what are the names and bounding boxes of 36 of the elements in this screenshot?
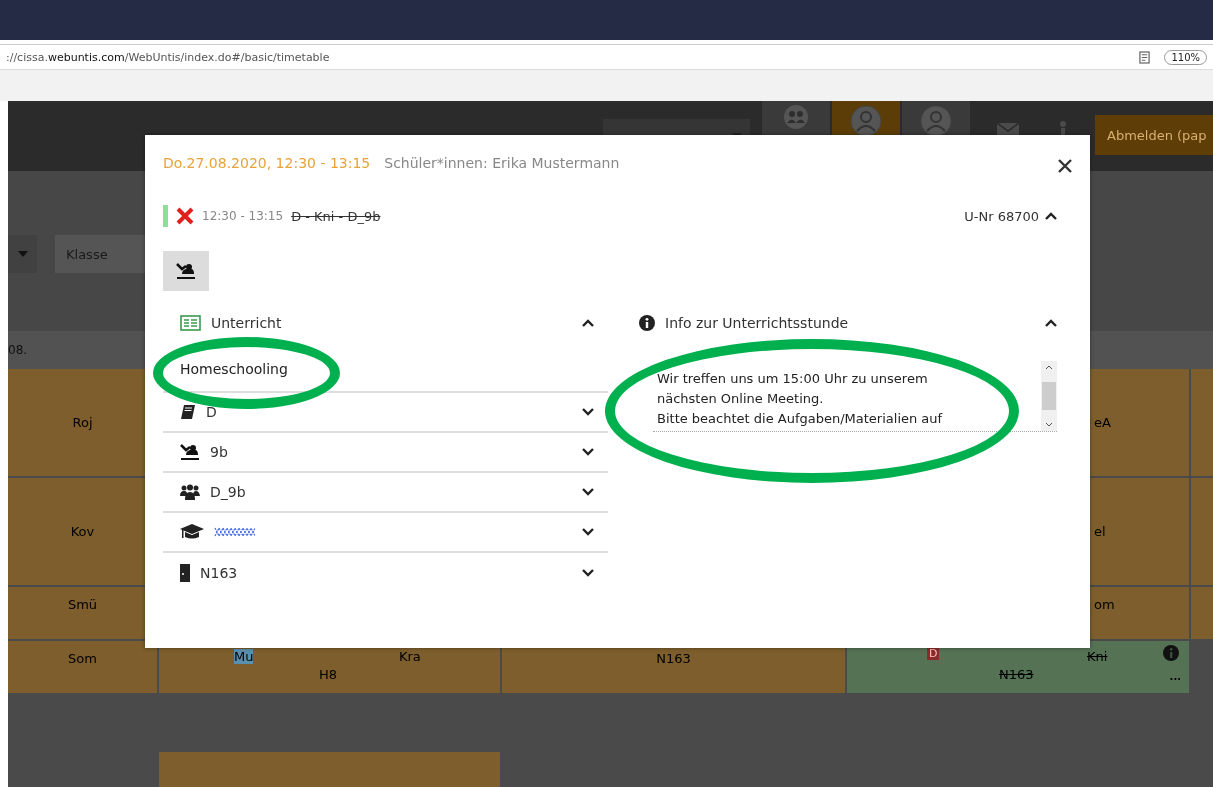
teacher-label: N163 [656, 651, 691, 666]
url-text: ://cissa.webuntis.com/WebUntis/index.do#/basic/timetable [6, 50, 331, 64]
teacher-label: Kni [1087, 649, 1108, 664]
detail-row[interactable]: D_9b [163, 473, 608, 513]
section-title: Unterricht [211, 315, 283, 331]
lesson-info-text[interactable]: Wir treffen uns um 15:00 Uhr zu unserem nächsten Online Meeting. Bitte beachtet die Aufgaben/Materialien auf [653, 361, 1041, 431]
detail-row[interactable]: N163 [163, 553, 608, 593]
teacher-label: eA [1094, 415, 1111, 430]
class-field[interactable]: Klasse [55, 235, 145, 273]
teacher-label: Smü [67, 597, 98, 612]
teacher-label: om [1094, 597, 1115, 612]
section-title: Info zur Unterrichtsstunde [665, 315, 850, 331]
teacher-label: Roj [72, 415, 93, 430]
date-label: 08. [8, 343, 28, 357]
teacher-label: Kra [399, 649, 421, 664]
teacher-label: Kov [70, 524, 95, 539]
detail-row[interactable]: 9b [163, 433, 608, 473]
detail-label: N163 [200, 565, 239, 581]
room-label: H8 [319, 667, 338, 682]
detail-label: D_9b [210, 484, 247, 500]
dialog-students: Schüler*innen: Erika Mustermann [384, 155, 621, 171]
lesson-cell[interactable]: Som [8, 641, 157, 693]
room-label: N163 [999, 667, 1034, 682]
address-bar[interactable]: ://cissa.webuntis.com/WebUntis/index.do#/basic/timetable 110% [0, 44, 1213, 70]
subject-label: Mu [234, 649, 254, 664]
detail-label: D [206, 404, 218, 420]
logout-button[interactable]: Abmelden (pap [1095, 115, 1213, 155]
more-label[interactable]: ... [1169, 671, 1181, 682]
lesson-title: D - Kni - D_9b [291, 208, 382, 224]
detail-label: 9b [210, 444, 229, 460]
teacher-label: Som [68, 651, 97, 666]
lesson-number: U-Nr 68700 [964, 208, 1039, 224]
dialog-date-time: Do.27.08.2020, 12:30 - 13:15 [163, 155, 371, 171]
detail-row[interactable]: D [163, 393, 608, 433]
teacher-label: el [1094, 524, 1106, 539]
lesson-time: 12:30 - 13:15 [202, 209, 284, 223]
